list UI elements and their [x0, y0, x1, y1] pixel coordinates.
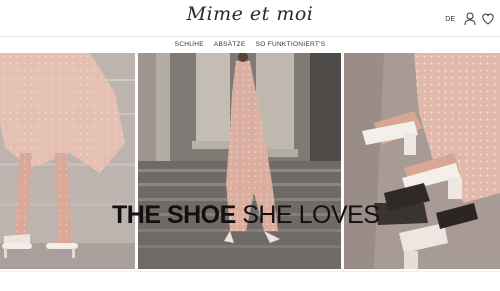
hero-headline-bold: THE SHOE [112, 201, 236, 229]
hero-banner[interactable]: THE SHOE SHE LOVES [0, 53, 500, 269]
site-header: Mime et moi DE [0, 0, 500, 36]
nav-item-so-funktionierts[interactable]: SO FUNKTIONIERT'S [256, 38, 326, 51]
hero-image-left [0, 53, 135, 269]
header-divider [0, 36, 500, 37]
header-actions: DE [445, 11, 500, 27]
nav-item-absaetze[interactable]: ABSÄTZE [214, 38, 246, 51]
heart-icon[interactable] [482, 12, 494, 26]
user-icon[interactable] [464, 12, 476, 26]
hero-image-middle [138, 53, 341, 269]
hero-bottom-divider [0, 271, 500, 272]
brand-logo[interactable]: Mime et moi [0, 3, 500, 25]
hero-image-right [344, 53, 500, 269]
left-photo-art [0, 53, 135, 269]
hero-headline-regular: SHE LOVES [242, 201, 380, 229]
nav-item-schuhe[interactable]: SCHUHE [175, 38, 204, 51]
middle-photo-art [138, 53, 341, 269]
right-photo-art [344, 53, 500, 269]
hero-headline: THE SHOE SHE LOVES [112, 201, 380, 230]
main-nav: SCHUHE ABSÄTZE SO FUNKTIONIERT'S [0, 38, 500, 51]
language-switch[interactable]: DE [445, 16, 455, 23]
